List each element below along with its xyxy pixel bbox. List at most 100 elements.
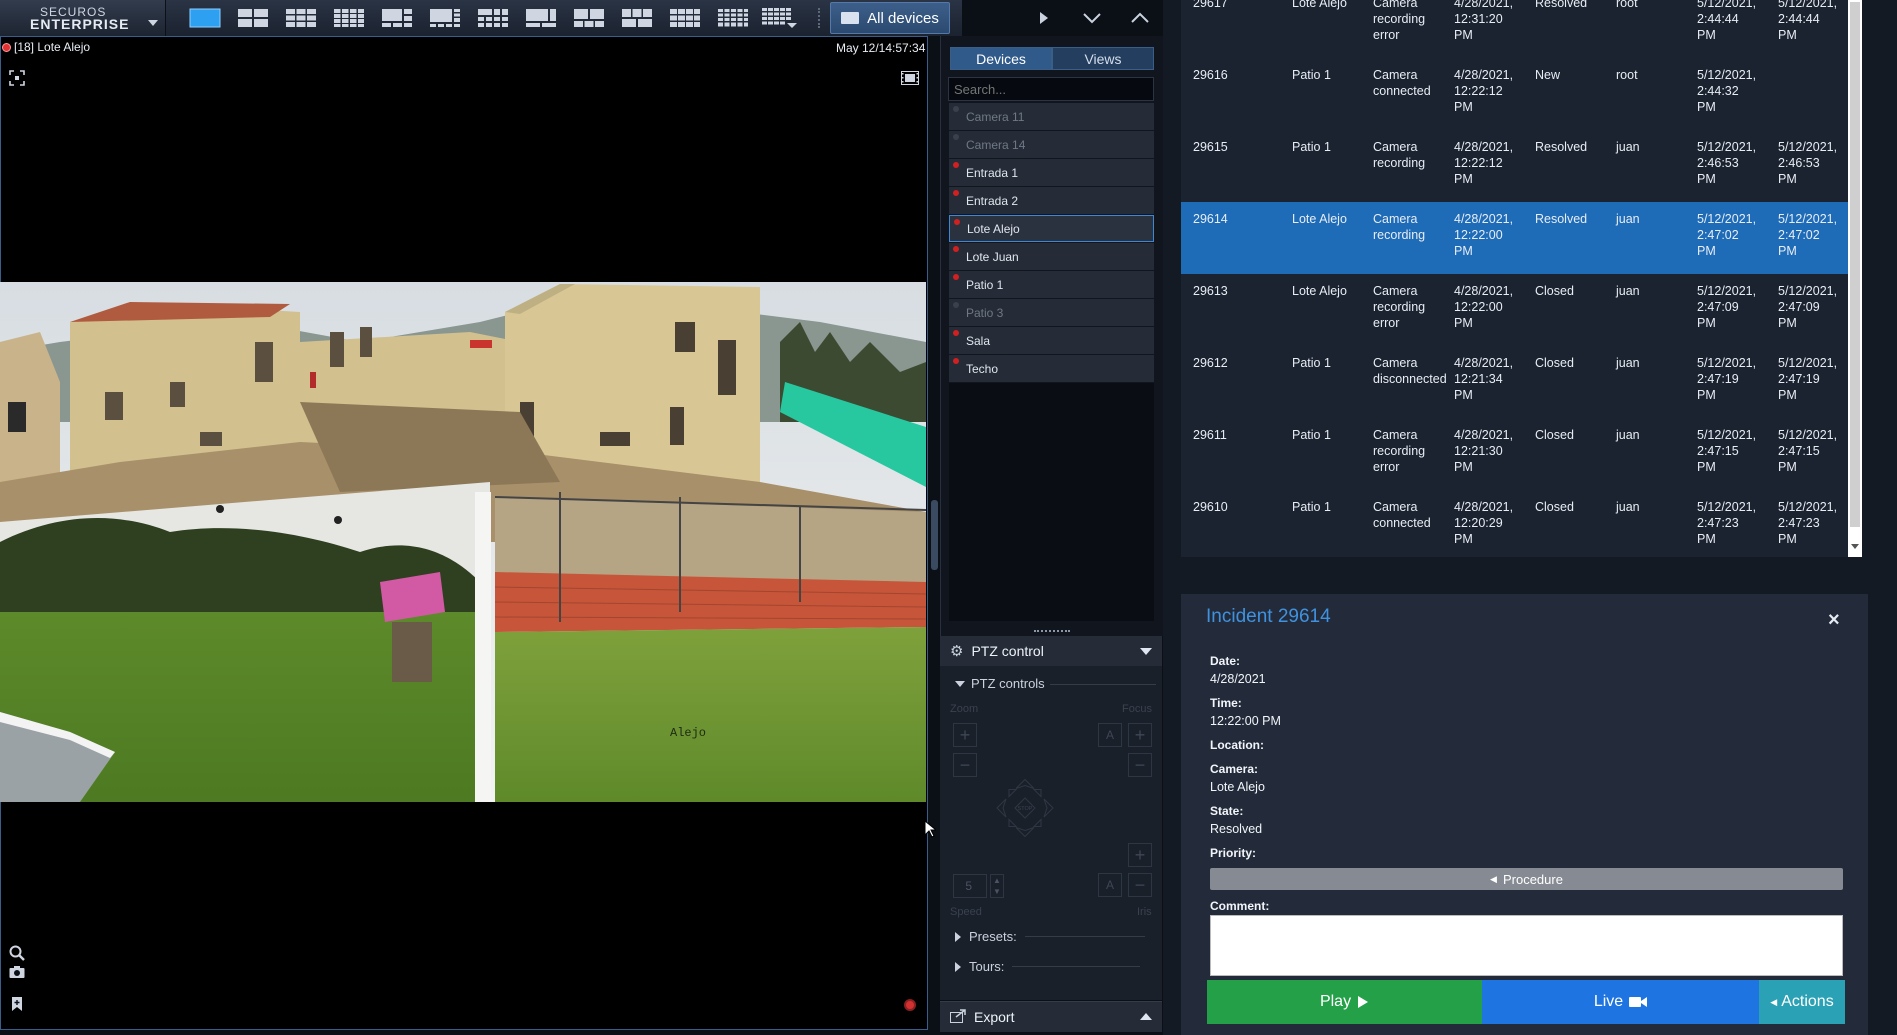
device-item-patio-3[interactable]: Patio 3 <box>949 299 1154 326</box>
play-next-button[interactable] <box>1024 4 1064 32</box>
layout-1plus7-button[interactable] <box>428 6 462 29</box>
device-item-entrada-2[interactable]: Entrada 2 <box>949 187 1154 214</box>
table-row[interactable]: 29613 Lote Alejo Camera recording error 4/2… <box>1181 274 1848 346</box>
procedure-button[interactable]: ◀ Procedure <box>1210 868 1843 890</box>
layout-grid-d-button[interactable] <box>620 6 654 29</box>
table-row[interactable]: 29612 Patio 1 Camera disconnected 4/28/2021… <box>1181 346 1848 418</box>
cell-state: Resolved <box>1535 0 1588 10</box>
layout-3x2-button[interactable] <box>284 6 318 29</box>
table-row[interactable]: 29617 Lote Alejo Camera recording error 4/2… <box>1181 0 1848 58</box>
cell-location: Patio 1 <box>1292 500 1331 514</box>
device-item-lote-alejo[interactable]: Lote Alejo <box>949 215 1154 242</box>
table-row[interactable]: 29616 Patio 1 Camera connected 4/28/2021, 1… <box>1181 58 1848 130</box>
cell-closed: 5/12/2021, 2:47:02 PM <box>1778 212 1838 258</box>
iris-plus-button[interactable]: + <box>1128 843 1152 867</box>
panel-resize-handle[interactable] <box>1034 630 1070 635</box>
ptz-speed-stepper[interactable]: 5 <box>953 874 987 898</box>
ptz-control-header[interactable]: ⚙ PTZ control <box>940 636 1162 666</box>
focus-auto-button[interactable]: A <box>1098 723 1122 747</box>
film-strip-icon[interactable] <box>901 70 919 86</box>
scroll-down-icon[interactable] <box>1851 544 1859 549</box>
layout-2x2-button[interactable] <box>236 6 270 29</box>
device-label: Patio 3 <box>966 305 1004 320</box>
triangle-right-icon <box>955 931 961 942</box>
bookmark-add-icon[interactable] <box>8 996 26 1012</box>
device-search-input[interactable] <box>948 77 1154 101</box>
cell-user: juan <box>1616 428 1640 442</box>
collapse-up-button[interactable] <box>1120 4 1160 32</box>
app-logo-menu[interactable]: SECUROS ENTERPRISE <box>0 0 166 36</box>
state-label: State: <box>1210 804 1244 818</box>
layout-1x1-button[interactable] <box>188 6 222 29</box>
logo-line2: ENTERPRISE <box>30 16 130 32</box>
device-item-camera-11[interactable]: Camera 11 <box>949 103 1154 130</box>
chevron-up-icon <box>1140 1013 1152 1020</box>
iris-auto-button[interactable]: A <box>1098 873 1122 897</box>
cell-user: root <box>1616 68 1638 82</box>
layout-4x4-button[interactable] <box>332 6 366 29</box>
ptz-controls-toggle[interactable]: PTZ controls <box>955 676 1045 691</box>
play-button[interactable]: Play <box>1207 980 1482 1024</box>
device-item-entrada-1[interactable]: Entrada 1 <box>949 159 1154 186</box>
device-item-techo[interactable]: Techo <box>949 355 1154 382</box>
layout-grid-e-button[interactable] <box>668 6 702 29</box>
monitor-icon <box>841 12 860 24</box>
tab-views[interactable]: Views <box>1052 47 1154 70</box>
record-button[interactable] <box>904 999 916 1011</box>
collapse-down-button[interactable] <box>1072 4 1112 32</box>
close-icon[interactable]: × <box>1828 609 1840 632</box>
cell-location: Lote Alejo <box>1292 0 1347 10</box>
ptz-direction-pad[interactable]: STOP <box>996 749 1054 867</box>
table-row[interactable]: 29610 Patio 1 Camera connected 4/28/2021, 1… <box>1181 490 1848 557</box>
presets-toggle[interactable]: Presets: <box>955 929 1145 944</box>
zoom-in-button[interactable]: + <box>953 723 977 747</box>
export-header[interactable]: Export <box>940 1001 1162 1032</box>
live-label: Live <box>1593 993 1624 1010</box>
zoom-out-button[interactable]: − <box>953 753 977 777</box>
cell-closed: 5/12/2021, 2:44:44 PM <box>1778 0 1838 42</box>
layout-1plus5-button[interactable] <box>380 6 414 29</box>
focus-minus-button[interactable]: − <box>1128 753 1152 777</box>
snapshot-camera-icon[interactable] <box>8 964 26 980</box>
cell-event: Camera recording error <box>1373 428 1426 474</box>
video-overlay-text: Alejo <box>670 726 706 740</box>
tours-toggle[interactable]: Tours: <box>955 959 1141 974</box>
focus-plus-button[interactable]: + <box>1128 723 1152 747</box>
cell-updated: 5/12/2021, 2:47:02 PM <box>1697 212 1757 258</box>
live-button[interactable]: Live <box>1482 980 1759 1024</box>
table-row[interactable]: 29615 Patio 1 Camera recording 4/28/2021, 1… <box>1181 130 1848 202</box>
cell-state: Resolved <box>1535 140 1588 154</box>
table-row[interactable]: 29611 Patio 1 Camera recording error 4/28/2… <box>1181 418 1848 490</box>
layout-grid-a-button[interactable] <box>476 6 510 29</box>
device-list-empty-area <box>949 383 1154 621</box>
cell-created: 4/28/2021, 12:22:12 PM <box>1454 140 1514 186</box>
actions-button[interactable]: ◀ Actions <box>1759 980 1845 1024</box>
cell-location: Patio 1 <box>1292 68 1331 82</box>
search-icon[interactable] <box>8 945 26 961</box>
table-row[interactable]: 29614 Lote Alejo Camera recording 4/28/2021… <box>1181 202 1848 274</box>
layout-more-button[interactable] <box>760 6 800 29</box>
device-item-camera-14[interactable]: Camera 14 <box>949 131 1154 158</box>
device-item-patio-1[interactable]: Patio 1 <box>949 271 1154 298</box>
speed-spin-arrows[interactable]: ▲ ▼ <box>990 874 1004 898</box>
cell-location: Patio 1 <box>1292 428 1331 442</box>
cell-created: 4/28/2021, 12:21:30 PM <box>1454 428 1514 474</box>
cell-id: 29613 <box>1193 284 1228 298</box>
scrollbar-thumb[interactable] <box>1850 2 1860 527</box>
comment-field[interactable] <box>1210 915 1843 976</box>
tab-devices[interactable]: Devices <box>950 47 1052 70</box>
layout-grid-b-button[interactable] <box>524 6 558 29</box>
cell-updated: 5/12/2021, 2:47:09 PM <box>1697 284 1757 330</box>
table-scrollbar[interactable] <box>1848 0 1862 557</box>
layout-grid-f-button[interactable] <box>716 6 750 29</box>
layout-grid-c-button[interactable] <box>572 6 606 29</box>
all-devices-button[interactable]: All devices <box>830 2 950 34</box>
device-item-sala[interactable]: Sala <box>949 327 1154 354</box>
device-item-lote-juan[interactable]: Lote Juan <box>949 243 1154 270</box>
cell-closed: 5/12/2021, 2:47:19 PM <box>1778 356 1838 402</box>
presets-label: Presets: <box>969 929 1017 944</box>
iris-minus-button[interactable]: − <box>1128 873 1152 897</box>
date-label: Date: <box>1210 654 1241 668</box>
fullscreen-icon[interactable] <box>8 70 26 86</box>
panel-splitter-handle[interactable] <box>931 500 938 570</box>
